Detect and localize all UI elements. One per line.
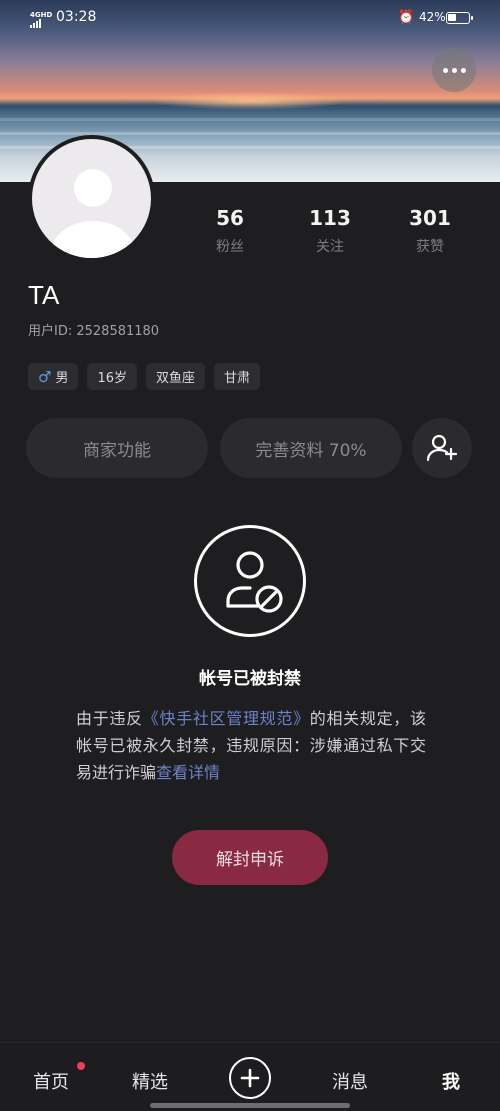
tag-label: 双鱼座 [156, 371, 196, 386]
tag-gender: ♂ 男 [28, 363, 79, 390]
profile-tags: ♂ 男 16岁 双鱼座 甘肃 [28, 363, 261, 390]
stat-value: 56 [216, 206, 244, 230]
sunset-glow [150, 92, 350, 110]
tag-label: 甘肃 [224, 371, 251, 386]
stat-label: 粉丝 [216, 239, 244, 255]
more-dot-icon [442, 67, 448, 73]
add-friend-button[interactable] [412, 418, 472, 478]
tag-region: 甘肃 [214, 363, 261, 390]
stat-value: 301 [409, 206, 451, 230]
default-avatar-icon [32, 139, 151, 258]
tab-featured[interactable]: 精选 [132, 1068, 168, 1094]
stat-followers[interactable]: 56 粉丝 [190, 206, 270, 256]
profile-name: TA [28, 280, 60, 310]
more-dot-icon [451, 67, 457, 73]
stat-label: 获赞 [416, 239, 444, 255]
ban-title: 帐号已被封禁 [199, 669, 301, 689]
account-banned-icon [194, 525, 306, 637]
complete-profile-button[interactable]: 完善资料 70% [220, 418, 402, 478]
tab-home[interactable]: 首页 [33, 1068, 69, 1094]
stat-likes[interactable]: 301 获赞 [390, 206, 470, 256]
merchant-function-button[interactable]: 商家功能 [26, 418, 208, 478]
stat-following[interactable]: 113 关注 [290, 206, 370, 256]
tag-label: 16岁 [97, 371, 128, 386]
signal-icon [30, 19, 42, 28]
more-dot-icon [460, 67, 466, 73]
tag-label: 男 [55, 371, 69, 386]
notification-dot [77, 1062, 85, 1070]
bottom-tab-bar: 首页 精选 消息 我 [0, 1042, 500, 1111]
more-options-button[interactable] [432, 48, 476, 92]
add-user-icon [426, 434, 458, 462]
male-icon: ♂ [38, 367, 52, 386]
stat-label: 关注 [316, 239, 344, 255]
community-rules-link[interactable]: 《快手社区管理规范》 [143, 709, 310, 728]
home-indicator [150, 1103, 350, 1108]
avatar[interactable] [28, 135, 155, 262]
ban-message: 由于违反《快手社区管理规范》的相关规定，该帐号已被永久封禁，违规原因：涉嫌通过私… [76, 705, 426, 786]
network-type: 4GHD [30, 11, 53, 19]
create-post-button[interactable] [229, 1057, 271, 1099]
clock: 03:28 [56, 9, 97, 25]
wave-line [0, 118, 500, 121]
tag-zodiac: 双鱼座 [146, 363, 206, 390]
view-details-link[interactable]: 查看详情 [156, 763, 220, 782]
alarm-icon: ⏰ [398, 10, 415, 25]
battery-icon [446, 12, 473, 24]
profile-stats: 56 粉丝 113 关注 301 获赞 [190, 206, 480, 258]
wave-line [0, 132, 500, 135]
user-id[interactable]: 用户ID: 2528581180 [28, 320, 159, 339]
stat-value: 113 [309, 206, 351, 230]
status-bar: 4GHD 03:28 ⏰ 42% [0, 0, 500, 36]
ban-text-part: 由于违反 [76, 709, 143, 728]
network-indicator: 4GHD [30, 11, 52, 28]
profile-actions: 商家功能 完善资料 70% [26, 418, 476, 480]
battery-percent: 42% [419, 10, 446, 24]
plus-icon [240, 1068, 260, 1088]
tab-me[interactable]: 我 [442, 1068, 460, 1094]
tag-age: 16岁 [87, 363, 138, 390]
appeal-button[interactable]: 解封申诉 [172, 830, 328, 885]
tab-messages[interactable]: 消息 [332, 1068, 368, 1094]
